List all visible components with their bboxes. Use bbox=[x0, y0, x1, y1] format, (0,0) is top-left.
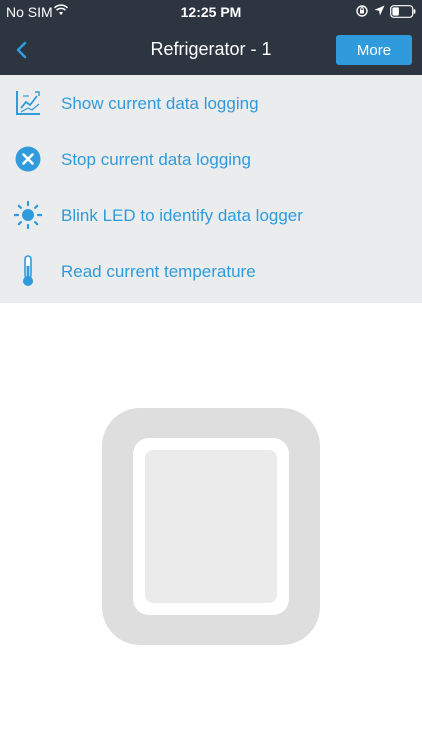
menu-item-label: Stop current data logging bbox=[61, 150, 251, 169]
action-menu: Show current data logging Stop current d… bbox=[0, 75, 422, 303]
navigation-bar: Refrigerator - 1 More bbox=[0, 24, 422, 75]
chart-icon bbox=[16, 91, 40, 115]
battery-icon bbox=[390, 5, 416, 18]
more-button[interactable]: More bbox=[336, 35, 412, 65]
device-bezel bbox=[133, 438, 289, 615]
device-display bbox=[145, 450, 277, 603]
menu-item-label: Read current temperature bbox=[61, 262, 256, 281]
read-temperature-item[interactable]: Read current temperature bbox=[0, 243, 422, 299]
show-data-logging-item[interactable]: Show current data logging bbox=[0, 75, 422, 131]
data-logger-illustration bbox=[102, 408, 320, 645]
location-arrow-icon bbox=[374, 5, 385, 16]
stop-data-logging-item[interactable]: Stop current data logging bbox=[0, 131, 422, 187]
stop-circle-icon bbox=[15, 146, 41, 172]
menu-item-label: Blink LED to identify data logger bbox=[61, 206, 303, 225]
rotation-lock-icon bbox=[356, 5, 368, 17]
thermometer-icon bbox=[23, 255, 33, 286]
menu-item-label: Show current data logging bbox=[61, 94, 259, 113]
blink-led-item[interactable]: Blink LED to identify data logger bbox=[0, 187, 422, 243]
status-bar: No SIM 12:25 PM bbox=[0, 0, 422, 24]
sun-icon bbox=[14, 200, 42, 230]
